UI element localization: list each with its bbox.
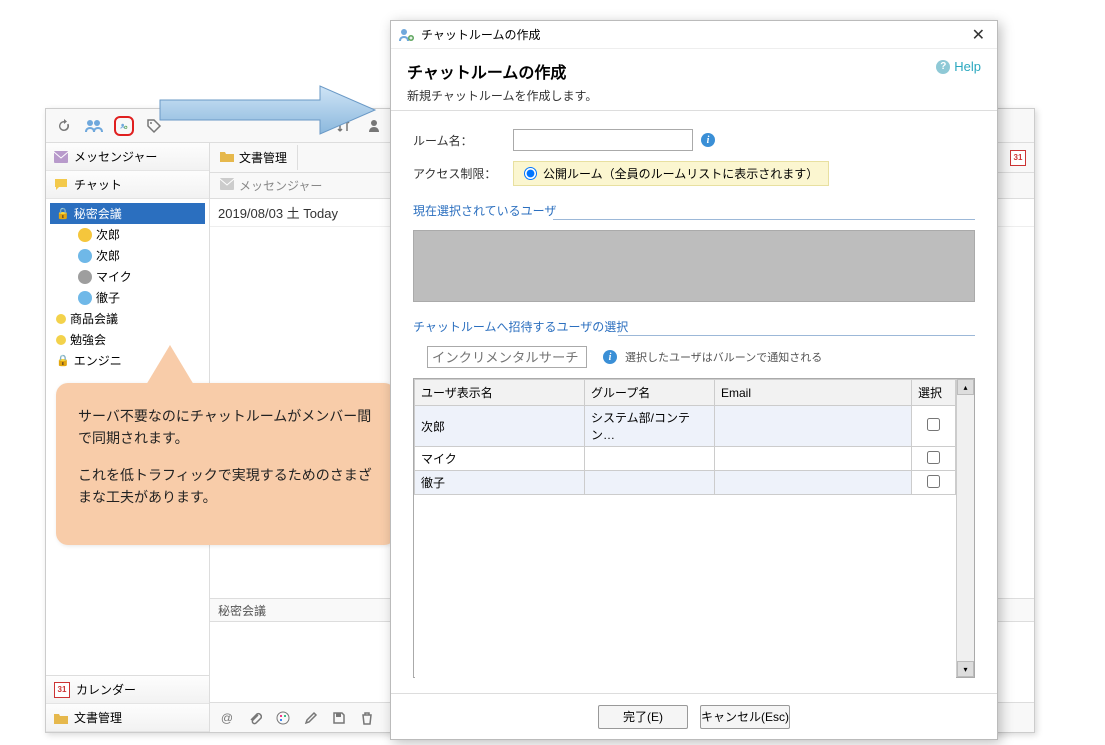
docmgmt-label: 文書管理 (74, 709, 122, 726)
calendar-icon[interactable]: 31 (1010, 150, 1026, 166)
done-button[interactable]: 完了(E) (598, 705, 688, 729)
folder-icon (220, 150, 234, 165)
callout-text: サーバ不要なのにチャットルームがメンバー間で同期されます。 (78, 405, 374, 450)
room-name-label: ルーム名： (413, 132, 513, 149)
member-name: 次郎 (96, 226, 120, 243)
th-group[interactable]: グループ名 (585, 380, 715, 406)
person-avatar-icon (78, 270, 92, 284)
fieldset-invite-users: チャットルームへ招待するユーザの選択 i 選択したユーザはバルーンで通知される … (413, 318, 975, 678)
tree-room-label: 秘密会議 (74, 205, 122, 222)
table-row[interactable]: 次郎 システム部/コンテン… (415, 406, 956, 447)
tree-room-label: 勉強会 (70, 331, 106, 348)
dialog-subheading: 新規チャットルームを作成します。 (407, 87, 597, 104)
person-avatar-icon (78, 291, 92, 305)
callout-text: これを低トラフィックで実現するためのさまざまな工夫があります。 (78, 464, 374, 509)
table-row[interactable]: 徹子 (415, 471, 956, 495)
row-room-name: ルーム名： i (413, 129, 975, 151)
balloon-hint: 選択したユーザはバルーンで通知される (625, 349, 822, 365)
messenger-label: メッセンジャー (74, 148, 157, 165)
tree-member[interactable]: 次郎 (72, 224, 205, 245)
tab-documents[interactable]: 文書管理 (210, 145, 298, 170)
user-search-input[interactable] (427, 346, 587, 368)
user-table-wrap: ユーザ表示名 グループ名 Email 選択 次郎 システム部/コンテン… (413, 378, 975, 678)
cancel-button[interactable]: キャンセル(Esc) (700, 705, 790, 729)
tree-member[interactable]: 徹子 (72, 287, 205, 308)
dialog-footer: 完了(E) キャンセル(Esc) (391, 693, 997, 739)
calendar-label: カレンダー (76, 681, 136, 698)
member-name: 徹子 (96, 289, 120, 306)
folder-icon (54, 711, 68, 725)
subtab-label: メッセンジャー (239, 177, 322, 194)
dialog-header: チャットルームの作成 新規チャットルームを作成します。 ? Help (391, 49, 997, 110)
sidebar-section-messenger[interactable]: メッセンジャー (46, 143, 209, 171)
sidebar-section-calendar[interactable]: 31 カレンダー (46, 676, 209, 704)
th-email[interactable]: Email (715, 380, 912, 406)
group-add-icon (399, 27, 415, 43)
th-name[interactable]: ユーザ表示名 (415, 380, 585, 406)
dialog-titlebar: チャットルームの作成 ✕ (391, 21, 997, 49)
table-scrollbar[interactable]: ▴ ▾ (956, 379, 974, 677)
create-chatroom-dialog: チャットルームの作成 ✕ チャットルームの作成 新規チャットルームを作成します。… (390, 20, 998, 740)
room-name-input[interactable] (513, 129, 693, 151)
help-icon: ? (936, 60, 950, 74)
info-icon[interactable]: i (701, 133, 715, 147)
person-avatar-icon (78, 228, 92, 242)
save-icon[interactable] (330, 709, 348, 727)
help-link[interactable]: ? Help (936, 59, 981, 74)
access-label: アクセス制限： (413, 165, 513, 182)
person-avatar-icon (78, 249, 92, 263)
member-name: 次郎 (96, 247, 120, 264)
dot-icon (56, 314, 66, 324)
selected-users-box (413, 230, 975, 302)
tree-member[interactable]: マイク (72, 266, 205, 287)
edit-icon[interactable] (302, 709, 320, 727)
scroll-up-icon[interactable]: ▴ (957, 379, 974, 395)
attach-icon[interactable] (246, 709, 264, 727)
group-add-icon[interactable] (114, 116, 134, 136)
trash-icon[interactable] (358, 709, 376, 727)
select-user-checkbox[interactable] (927, 475, 940, 488)
envelope-icon (220, 178, 234, 193)
sidebar-section-chat[interactable]: チャット (46, 171, 209, 199)
tree-room-label: 商品会議 (70, 310, 118, 327)
dialog-body: ルーム名： i アクセス制限： 公開ルーム（全員のルームリストに表示されます） … (391, 111, 997, 693)
close-button[interactable]: ✕ (968, 25, 989, 45)
tab-label: 文書管理 (239, 149, 287, 166)
calendar-icon: 31 (54, 682, 70, 698)
annotation-arrow (150, 80, 380, 140)
refresh-icon[interactable] (54, 116, 74, 136)
th-select[interactable]: 選択 (912, 380, 956, 406)
tree-room-secret[interactable]: 🔒 秘密会議 (50, 203, 205, 224)
envelope-icon (54, 150, 68, 164)
select-user-checkbox[interactable] (927, 418, 940, 431)
row-access: アクセス制限： 公開ルーム（全員のルームリストに表示されます） (413, 161, 975, 186)
palette-icon[interactable] (274, 709, 292, 727)
select-user-checkbox[interactable] (927, 451, 940, 464)
scroll-down-icon[interactable]: ▾ (957, 661, 974, 677)
annotation-callout: サーバ不要なのにチャットルームがメンバー間で同期されます。 これを低トラフィック… (56, 383, 396, 545)
tree-room-label: エンジニ (74, 352, 122, 369)
chat-label: チャット (74, 176, 122, 193)
info-icon[interactable]: i (603, 350, 617, 364)
tree-room-products[interactable]: 商品会議 (50, 308, 205, 329)
table-row[interactable]: マイク (415, 447, 956, 471)
fieldset-selected-users: 現在選択されているユーザ (413, 202, 975, 302)
lock-icon: 🔒 (56, 207, 70, 220)
subtab-messenger[interactable]: メッセンジャー (210, 173, 332, 198)
group-icon[interactable] (84, 116, 104, 136)
dialog-window-title: チャットルームの作成 (421, 26, 541, 43)
dot-icon (56, 335, 66, 345)
at-icon[interactable]: @ (218, 709, 236, 727)
lock-icon: 🔒 (56, 354, 70, 367)
dialog-heading: チャットルームの作成 (407, 59, 597, 83)
sidebar-section-docs[interactable]: 文書管理 (46, 704, 209, 732)
access-radio-input[interactable] (524, 167, 537, 180)
chat-bubble-icon (54, 178, 68, 192)
member-name: マイク (96, 268, 132, 285)
tree-member[interactable]: 次郎 (72, 245, 205, 266)
access-public-radio[interactable]: 公開ルーム（全員のルームリストに表示されます） (513, 161, 829, 186)
user-table: ユーザ表示名 グループ名 Email 選択 次郎 システム部/コンテン… (414, 379, 956, 693)
